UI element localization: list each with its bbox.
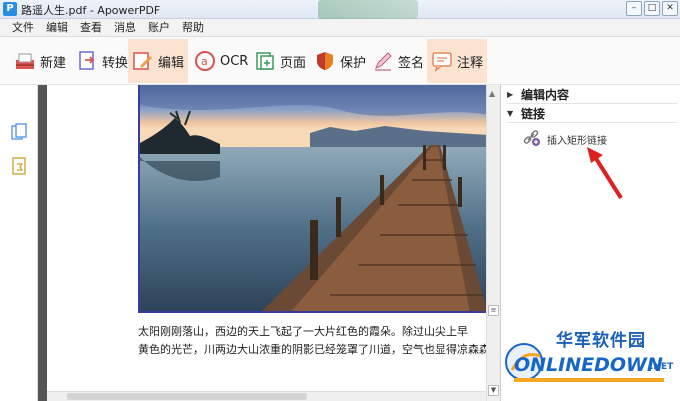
convert-icon bbox=[76, 50, 98, 72]
ocr-icon: a bbox=[194, 50, 216, 72]
shield-icon bbox=[314, 50, 336, 72]
page-button[interactable]: 页面 bbox=[250, 39, 310, 83]
watermark-net-text: .NET bbox=[650, 362, 674, 372]
vertical-scrollbar[interactable]: ▲ ≡ ▼ bbox=[486, 85, 500, 401]
maximize-button[interactable]: □ bbox=[644, 1, 660, 16]
horizontal-scroll-thumb[interactable] bbox=[67, 393, 307, 400]
expanded-caret-icon: ▼ bbox=[507, 108, 514, 118]
app-icon: P bbox=[3, 2, 17, 16]
ocr-button[interactable]: a OCR bbox=[190, 39, 252, 83]
close-button[interactable]: ✕ bbox=[662, 1, 678, 16]
menu-bar: 文件 编辑 查看 消息 账户 帮助 bbox=[0, 19, 680, 37]
scroll-split-icon[interactable]: ≡ bbox=[488, 305, 499, 316]
menu-help[interactable]: 帮助 bbox=[182, 19, 204, 36]
document-image[interactable] bbox=[138, 85, 486, 313]
sign-button[interactable]: 签名 bbox=[368, 39, 428, 83]
new-icon bbox=[14, 50, 36, 72]
edit-button[interactable]: 编辑 bbox=[128, 39, 189, 83]
svg-text:a: a bbox=[201, 55, 208, 68]
convert-button[interactable]: 转换 bbox=[72, 39, 132, 83]
scroll-down-icon[interactable]: ▼ bbox=[488, 385, 499, 396]
divider bbox=[507, 122, 677, 123]
watermark-cn-text: 华军软件园 bbox=[556, 331, 646, 351]
collapsed-caret-icon: ▶ bbox=[507, 89, 514, 99]
section-links[interactable]: ▼ 链接 bbox=[507, 104, 677, 122]
attachment-icon[interactable] bbox=[11, 157, 27, 175]
horizontal-scrollbar[interactable] bbox=[47, 391, 486, 401]
menu-messages[interactable]: 消息 bbox=[114, 19, 136, 36]
edit-icon bbox=[132, 50, 154, 72]
title-watermark-logo bbox=[318, 0, 418, 19]
link-icon bbox=[523, 129, 541, 150]
page-icon bbox=[254, 50, 276, 72]
menu-account[interactable]: 账户 bbox=[148, 19, 170, 36]
pen-icon bbox=[372, 50, 394, 72]
minimize-button[interactable]: – bbox=[626, 1, 642, 16]
window-controls: – □ ✕ bbox=[626, 1, 678, 16]
scroll-up-icon[interactable]: ▲ bbox=[489, 89, 498, 98]
new-button[interactable]: 新建 bbox=[10, 39, 70, 83]
watermark-en-text: ONLINEDOWN bbox=[514, 354, 663, 376]
window-title: 路遥人生.pdf - ApowerPDF bbox=[21, 4, 161, 17]
comment-icon bbox=[431, 50, 453, 72]
annotate-button[interactable]: 注释 bbox=[427, 39, 488, 83]
toolbar: 新建 转换 编辑 a OCR 页面 保护 签名 注释 bbox=[0, 37, 680, 85]
protect-button[interactable]: 保护 bbox=[310, 39, 370, 83]
site-watermark: 华军软件园 ONLINEDOWN .NET bbox=[500, 320, 680, 401]
document-paragraph-line1[interactable]: 太阳刚刚落山，西边的天上飞起了一大片红色的霞朵。除过山尖上早 bbox=[138, 323, 488, 339]
section-edit-content[interactable]: ▶ 编辑内容 bbox=[507, 85, 677, 103]
pages-icon[interactable] bbox=[11, 123, 27, 141]
document-paragraph-line2[interactable]: 黄色的光芒，川两边大山浓重的阴影已经笼罩了川道，空气也显得凉森森 bbox=[138, 341, 488, 357]
annotation-arrow-icon bbox=[587, 147, 623, 200]
menu-edit[interactable]: 编辑 bbox=[46, 19, 68, 36]
title-bar: P 路遥人生.pdf - ApowerPDF – □ ✕ bbox=[0, 0, 680, 19]
left-panel bbox=[0, 85, 38, 401]
menu-view[interactable]: 查看 bbox=[80, 19, 102, 36]
page-edge bbox=[38, 85, 47, 401]
watermark-underline bbox=[514, 378, 664, 382]
menu-file[interactable]: 文件 bbox=[12, 19, 34, 36]
